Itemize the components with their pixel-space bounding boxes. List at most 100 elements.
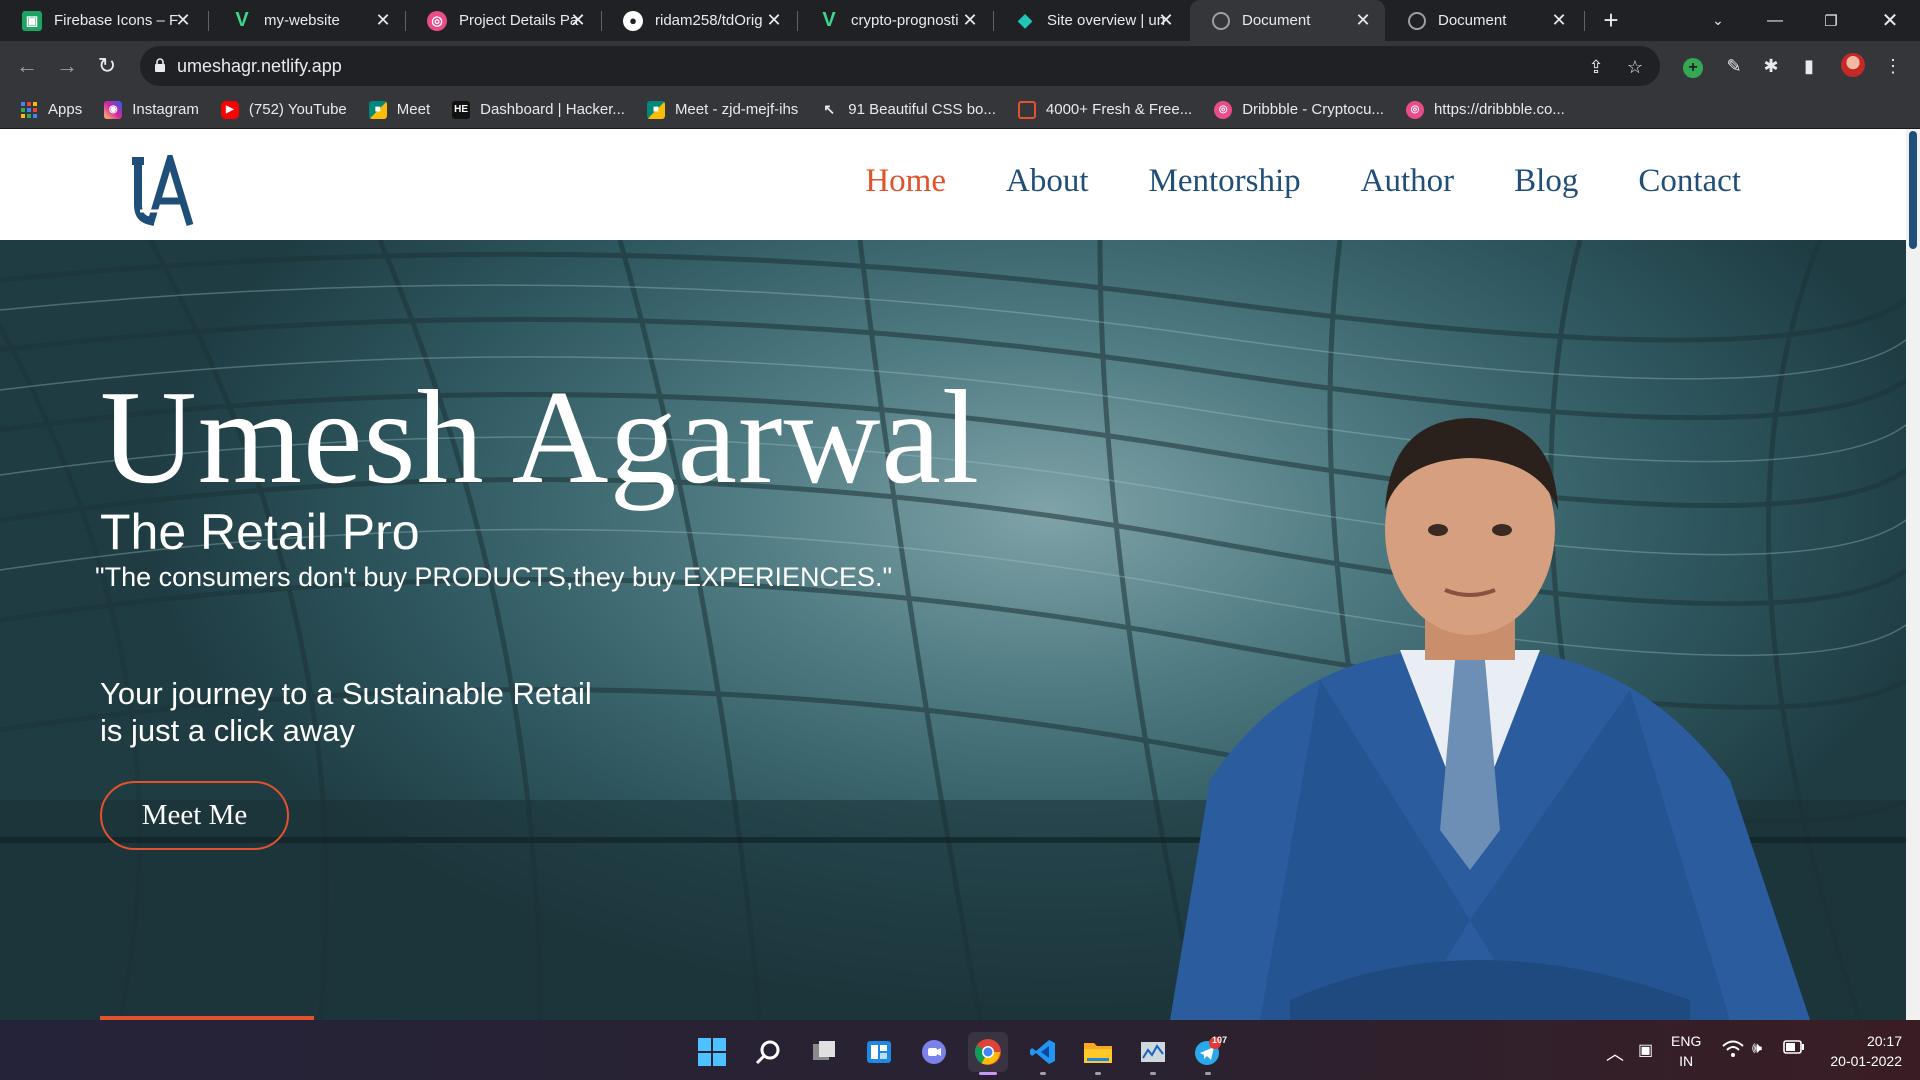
profile-avatar[interactable] — [1840, 53, 1866, 79]
bookmarks-bar: Apps ◉ Instagram ▶ (752) YouTube ■ Meet … — [0, 91, 1920, 129]
tab-project-details[interactable]: ◎ Project Details Pa ✕ — [405, 0, 600, 41]
extension-green-icon[interactable]: + — [1680, 53, 1706, 79]
close-tab-icon[interactable]: ✕ — [764, 10, 784, 31]
forward-button[interactable]: → — [53, 52, 81, 80]
globe-icon — [1212, 11, 1230, 30]
vercel-icon: V — [235, 9, 249, 31]
bookmark-dribbble-crypto[interactable]: ◎ Dribbble - Cryptocu... — [1214, 100, 1384, 119]
teams-chat-icon[interactable] — [914, 1032, 954, 1072]
hero-name: Umesh Agarwal — [100, 363, 981, 511]
bookmark-page-icon — [1017, 100, 1036, 119]
restore-button[interactable]: ❐ — [1803, 0, 1859, 41]
resource-monitor-icon[interactable] — [1133, 1032, 1173, 1072]
close-window-button[interactable]: ✕ — [1862, 0, 1918, 41]
tab-document-active[interactable]: Document ✕ — [1190, 0, 1385, 41]
bookmark-star-icon[interactable]: ☆ — [1624, 56, 1646, 78]
bookmark-label: 4000+ Fresh & Free... — [1045, 101, 1193, 118]
vscode-icon[interactable] — [1023, 1032, 1063, 1072]
bookmark-css-borders[interactable]: ↖ 91 Beautiful CSS bo... — [820, 101, 996, 119]
bookmark-label: https://dribbble.co... — [1433, 101, 1565, 118]
extensions-puzzle-icon[interactable]: ✱ — [1758, 53, 1784, 79]
monitor-running-indicator — [1150, 1072, 1156, 1075]
hero-tagline-line1: Your journey to a Sustainable Retail — [100, 676, 592, 711]
volume-icon[interactable]: 🕪 — [1752, 1040, 1762, 1058]
apps-grid-icon — [20, 101, 38, 119]
hero-subtitle: The Retail Pro — [100, 504, 420, 560]
close-tab-icon[interactable]: ✕ — [173, 10, 193, 31]
side-panel-icon[interactable]: ▮ — [1796, 53, 1822, 79]
close-tab-icon[interactable]: ✕ — [1353, 10, 1373, 31]
tab-document[interactable]: Document ✕ — [1386, 0, 1581, 41]
close-tab-icon[interactable]: ✕ — [373, 10, 393, 31]
wifi-icon[interactable] — [1722, 1040, 1744, 1063]
bookmark-apps[interactable]: Apps — [20, 101, 82, 119]
portrait-image — [1170, 418, 1810, 1020]
system-clock[interactable]: 20:17 20-01-2022 — [1830, 1031, 1902, 1071]
github-icon: ● — [623, 10, 643, 31]
cursor-icon: ↖ — [823, 101, 836, 117]
tab-my-website[interactable]: V my-website ✕ — [210, 0, 405, 41]
battery-icon[interactable] — [1783, 1040, 1805, 1059]
clock-time: 20:17 — [1866, 1033, 1902, 1049]
nav-about[interactable]: About — [1006, 163, 1089, 200]
chrome-menu-icon[interactable]: ⋮ — [1880, 53, 1906, 79]
tray-app-icon[interactable]: ▣ — [1638, 1040, 1653, 1060]
tab-site-overview[interactable]: ◆ Site overview | un ✕ — [993, 0, 1188, 41]
language-indicator[interactable]: ENG IN — [1671, 1031, 1701, 1071]
nav-blog[interactable]: Blog — [1514, 163, 1578, 200]
bookmark-label: 91 Beautiful CSS bo... — [848, 101, 996, 118]
hackerearth-icon: HE — [452, 100, 471, 119]
show-hidden-icons-chevron-icon[interactable]: ︿ — [1606, 1040, 1624, 1066]
reload-button[interactable]: ↻ — [93, 52, 121, 80]
globe-icon — [1408, 11, 1426, 30]
telegram-icon[interactable]: 107 — [1188, 1032, 1228, 1072]
close-tab-icon[interactable]: ✕ — [1156, 10, 1176, 31]
bookmark-fresh-free[interactable]: 4000+ Fresh & Free... — [1017, 100, 1193, 119]
instagram-icon: ◉ — [104, 100, 123, 119]
tab-firebase-icons[interactable]: ▣ Firebase Icons – F ✕ — [0, 0, 205, 41]
windows-taskbar: 107 ︿ ▣ ENG IN 🕪 20:17 20-01-2022 — [0, 1020, 1920, 1080]
nav-home[interactable]: Home — [865, 163, 946, 200]
close-tab-icon[interactable]: ✕ — [568, 10, 588, 31]
main-nav: Home About Mentorship Author Blog Contac… — [805, 163, 1741, 200]
bookmark-youtube[interactable]: ▶ (752) YouTube — [220, 100, 347, 119]
search-icon[interactable] — [748, 1032, 788, 1072]
minimize-button[interactable]: — — [1747, 0, 1803, 41]
telegram-running-indicator — [1205, 1072, 1211, 1075]
share-icon[interactable]: ⇪ — [1585, 56, 1607, 78]
chrome-icon[interactable] — [968, 1032, 1008, 1072]
dribbble-icon: ◎ — [1214, 100, 1233, 119]
bookmark-meet[interactable]: ■ Meet — [368, 100, 430, 119]
back-button[interactable]: ← — [13, 52, 41, 80]
tab-crypto-prognostic[interactable]: V crypto-prognosti ✕ — [797, 0, 992, 41]
bookmark-dribbble-url[interactable]: ◎ https://dribbble.co... — [1405, 100, 1565, 119]
bookmark-label: Dribbble - Cryptocu... — [1242, 101, 1384, 118]
bookmark-instagram[interactable]: ◉ Instagram — [104, 100, 199, 119]
nav-author[interactable]: Author — [1361, 163, 1455, 200]
nav-contact[interactable]: Contact — [1638, 163, 1741, 200]
telegram-badge: 107 — [1212, 1035, 1228, 1045]
dribbble-icon: ◎ — [427, 10, 447, 31]
task-view-icon[interactable] — [804, 1032, 844, 1072]
ua-logo[interactable] — [128, 155, 196, 227]
scrollbar-thumb[interactable] — [1909, 131, 1917, 249]
close-tab-icon[interactable]: ✕ — [1549, 10, 1569, 31]
edit-extension-icon[interactable]: ✎ — [1721, 53, 1747, 79]
browser-toolbar: ← → ↻ umeshagr.netlify.app ⇪ ☆ + ✎ ✱ ▮ ⋮ — [0, 41, 1920, 91]
windows-start-icon[interactable] — [692, 1032, 732, 1072]
close-tab-icon[interactable]: ✕ — [960, 10, 980, 31]
meet-me-button[interactable]: Meet Me — [100, 781, 289, 850]
tab-github[interactable]: ● ridam258/tdOrig ✕ — [601, 0, 796, 41]
lock-icon — [155, 58, 165, 72]
meet-icon: ■ — [368, 100, 387, 119]
file-explorer-icon[interactable] — [1078, 1032, 1118, 1072]
bookmark-hackerearth[interactable]: HE Dashboard | Hacker... — [452, 100, 625, 119]
widgets-icon[interactable] — [859, 1032, 899, 1072]
tab-search-chevron-icon[interactable]: ⌄ — [1690, 0, 1746, 41]
address-bar[interactable]: umeshagr.netlify.app ⇪ ☆ — [140, 46, 1660, 86]
page-scrollbar[interactable] — [1906, 129, 1920, 1020]
bookmark-meet-call[interactable]: ■ Meet - zjd-mejf-ihs — [646, 100, 798, 119]
firebase-icon: ▣ — [22, 10, 42, 31]
new-tab-button[interactable]: + — [1597, 6, 1625, 34]
nav-mentorship[interactable]: Mentorship — [1148, 163, 1300, 200]
